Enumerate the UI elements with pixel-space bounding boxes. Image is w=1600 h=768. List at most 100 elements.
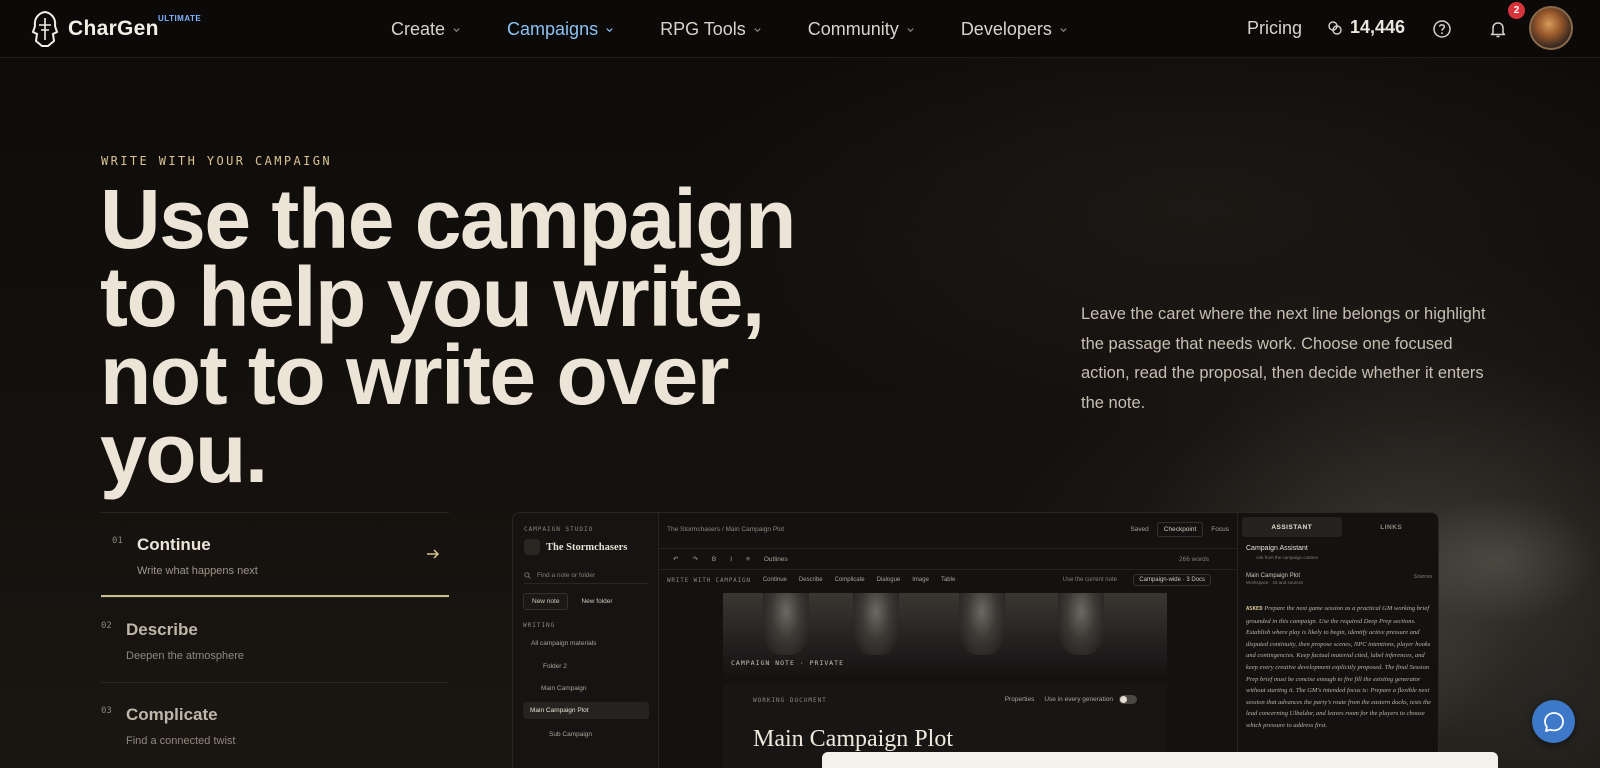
step-subtitle: Write what happens next: [137, 565, 258, 577]
sidebar-item[interactable]: Folder 2: [543, 663, 567, 670]
step-number: 02: [101, 621, 112, 631]
action-continue[interactable]: Continue: [763, 577, 787, 583]
step-subtitle: Deepen the atmosphere: [126, 650, 245, 662]
step-number: 01: [112, 536, 123, 546]
menu-rpg-tools[interactable]: RPG Tools: [660, 19, 762, 40]
campaign-name: The Stormchasers: [546, 541, 628, 553]
action-dialogue[interactable]: Dialogue: [877, 577, 901, 583]
step-title: Complicate: [126, 705, 218, 724]
write-label: WRITE WITH CAMPAIGN: [667, 576, 751, 584]
menu-rpg-tools-label: RPG Tools: [660, 18, 746, 39]
undo-icon[interactable]: ↶: [673, 555, 678, 563]
step-number: 03: [101, 706, 112, 716]
bold-icon[interactable]: B: [712, 556, 716, 563]
action-image[interactable]: Image: [912, 577, 929, 583]
scope-select[interactable]: Campaign-wide · 3 Docs: [1133, 574, 1211, 586]
writing-actions-list: 01 Continue Write what happens next 02 D…: [101, 512, 449, 767]
search-placeholder: Find a note or folder: [537, 572, 596, 579]
context-sub: Workspace · 43 and sources: [1246, 580, 1304, 585]
plan-badge: ULTIMATE: [158, 14, 202, 23]
assistant-subtitle: Ask from the campaign context: [1256, 555, 1318, 560]
redo-icon[interactable]: ↷: [692, 555, 697, 563]
new-folder-button[interactable]: New folder: [572, 593, 621, 610]
list-icon[interactable]: ≡: [746, 556, 750, 563]
campaign-header: The Stormchasers: [524, 539, 627, 555]
menu-campaigns[interactable]: Campaigns: [507, 19, 614, 40]
main-menu: Create Campaigns RPG Tools Community Dev…: [391, 0, 1114, 58]
assistant-tabs: ASSISTANT LINKS: [1238, 517, 1439, 537]
context-note: Main Campaign Plot: [1246, 573, 1301, 579]
editor-status: Saved Checkpoint Focus: [1130, 522, 1229, 537]
hero-intro: Leave the caret where the next line belo…: [1081, 305, 1486, 412]
search-icon: [524, 572, 531, 579]
assistant-context: Main Campaign Plot Workspace · 43 and so…: [1246, 573, 1434, 585]
scope-hint: Use the current note: [1062, 577, 1117, 583]
brand-logo[interactable]: CharGen ULTIMATE: [30, 10, 201, 48]
help-icon[interactable]: [1432, 19, 1452, 39]
top-navigation: CharGen ULTIMATE Create Campaigns RPG To…: [0, 0, 1600, 58]
tab-links[interactable]: LINKS: [1342, 517, 1439, 537]
brand-name: CharGen: [68, 17, 159, 40]
chat-support-button[interactable]: [1532, 700, 1575, 743]
document-title[interactable]: Main Campaign Plot: [753, 726, 953, 753]
credits-value: 14,446: [1350, 17, 1406, 37]
studio-label: CAMPAIGN STUDIO: [524, 526, 594, 533]
chat-bubble-icon: [1543, 711, 1564, 732]
tab-assistant[interactable]: ASSISTANT: [1242, 517, 1342, 537]
next-section-card: [822, 752, 1498, 768]
new-note-button[interactable]: New note: [523, 593, 569, 610]
sidebar-actions: New note New folder: [523, 593, 626, 610]
note-search-field[interactable]: Find a note or folder: [524, 568, 649, 584]
prompt-text: Prepare the next game session as a pract…: [1246, 605, 1432, 729]
menu-developers[interactable]: Developers: [961, 19, 1068, 40]
campaign-write-toolbar: WRITE WITH CAMPAIGN Continue Describe Co…: [659, 570, 1237, 590]
chevron-down-icon: [754, 27, 761, 32]
step-title: Describe: [126, 620, 198, 639]
assistant-panel: ASSISTANT LINKS Campaign Assistant Ask f…: [1237, 513, 1439, 768]
outlines-button[interactable]: Outlines: [764, 556, 788, 563]
prompt-label: ASKED: [1246, 606, 1263, 612]
step-continue[interactable]: 01 Continue Write what happens next: [101, 512, 449, 597]
step-describe[interactable]: 02 Describe Deepen the atmosphere: [101, 597, 449, 682]
action-table[interactable]: Table: [941, 577, 955, 583]
campaign-icon: [524, 539, 540, 555]
sources-button[interactable]: Sources: [1414, 574, 1432, 580]
breadcrumb: The Stormchasers / Main Campaign Plot: [667, 526, 785, 533]
menu-campaigns-label: Campaigns: [507, 18, 599, 39]
notification-bell-icon[interactable]: [1488, 19, 1508, 39]
properties-button[interactable]: Properties: [1005, 696, 1035, 703]
sidebar-item-selected[interactable]: Main Campaign Plot: [523, 702, 649, 719]
step-subtitle: Find a connected twist: [126, 735, 236, 747]
preview-editor: The Stormchasers / Main Campaign Plot Sa…: [659, 513, 1237, 768]
chevron-down-icon: [453, 27, 460, 32]
note-visibility-tag: CAMPAIGN NOTE · PRIVATE: [731, 659, 845, 667]
note-cover-image: [723, 593, 1167, 683]
assistant-title: Campaign Assistant: [1246, 545, 1308, 552]
hero-headline: Use the campaign to help you write, not …: [100, 172, 796, 500]
generation-toggle[interactable]: [1119, 695, 1137, 704]
step-complicate[interactable]: 03 Complicate Find a connected twist: [101, 682, 449, 767]
saved-status: Saved: [1130, 526, 1149, 533]
sidebar-item[interactable]: Main Campaign: [541, 685, 587, 692]
chevron-down-icon: [1060, 27, 1067, 32]
menu-community-label: Community: [807, 18, 899, 39]
action-complicate[interactable]: Complicate: [835, 577, 865, 583]
coins-icon: [1328, 20, 1342, 35]
menu-create[interactable]: Create: [391, 19, 461, 40]
arrow-right-icon: [427, 549, 440, 559]
pricing-link[interactable]: Pricing: [1247, 18, 1302, 39]
italic-icon[interactable]: I: [730, 556, 732, 563]
document-properties: Properties Use in every generation: [1005, 695, 1137, 704]
user-avatar[interactable]: [1529, 6, 1573, 50]
credits-balance[interactable]: 14,446: [1327, 17, 1405, 38]
step-title: Continue: [137, 535, 211, 554]
action-describe[interactable]: Describe: [799, 577, 823, 583]
focus-button[interactable]: Focus: [1211, 526, 1229, 533]
menu-community[interactable]: Community: [808, 19, 915, 40]
notification-count-badge: 2: [1508, 2, 1525, 19]
menu-create-label: Create: [391, 18, 446, 39]
sidebar-item[interactable]: Sub Campaign: [549, 731, 592, 738]
preview-sidebar: CAMPAIGN STUDIO The Stormchasers Find a …: [513, 513, 659, 768]
checkpoint-button[interactable]: Checkpoint: [1156, 522, 1204, 537]
sidebar-item[interactable]: All campaign materials: [531, 640, 596, 647]
